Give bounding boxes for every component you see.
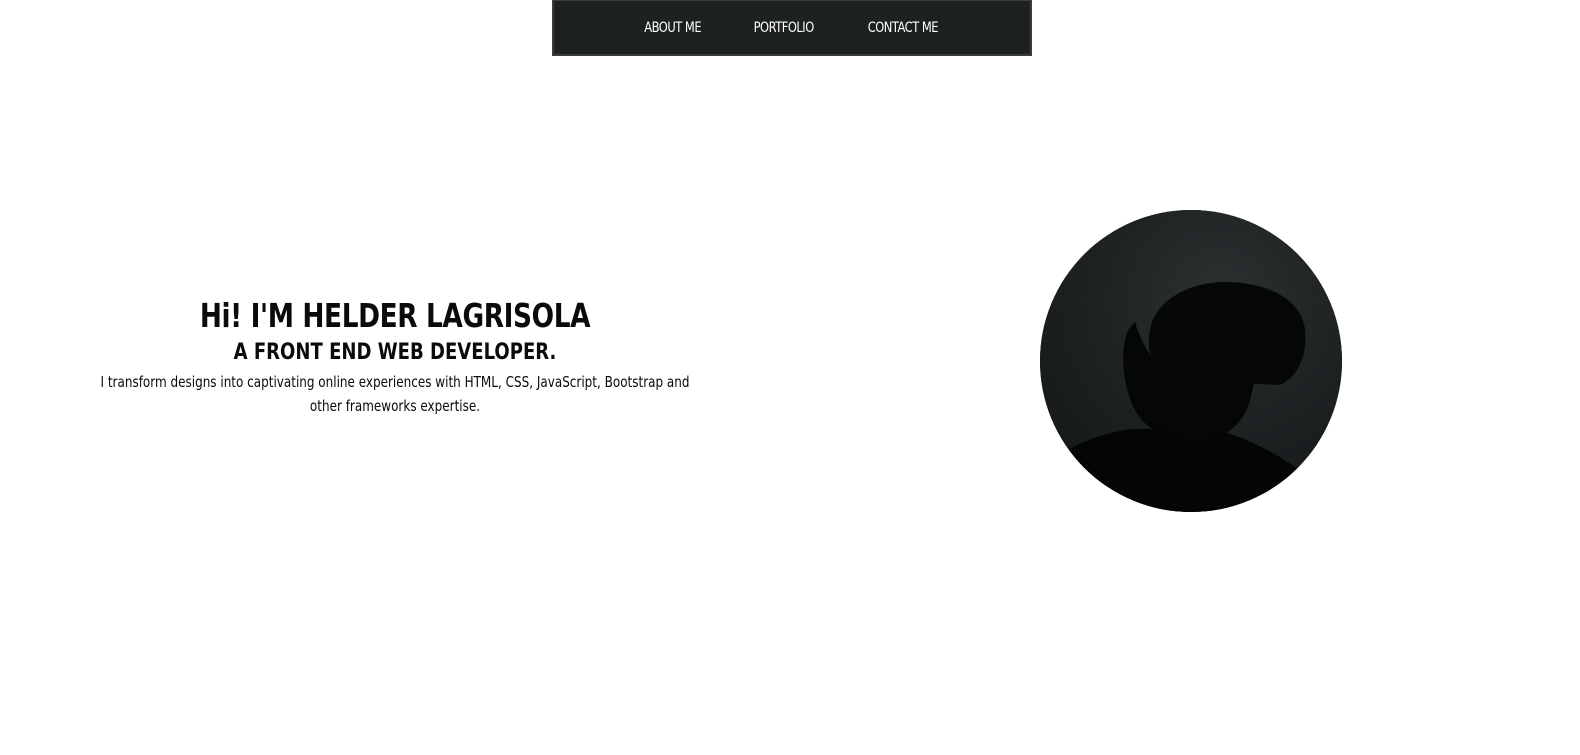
- top-navbar: ABOUT ME PORTFOLIO CONTACT ME: [552, 0, 1032, 56]
- hero-subtitle: A FRONT END WEB DEVELOPER.: [233, 340, 557, 365]
- nav-link-about-me[interactable]: ABOUT ME: [628, 0, 718, 56]
- profile-photo: [1040, 210, 1342, 512]
- hero-description: I transform designs into captivating onl…: [100, 373, 690, 415]
- hero-title: Hi! I'M HELDER LAGRISOLA: [199, 296, 591, 335]
- hero-intro: Hi! I'M HELDER LAGRISOLA A FRONT END WEB…: [80, 296, 710, 418]
- nav-link-portfolio[interactable]: PORTFOLIO: [737, 0, 830, 56]
- nav-link-contact-me[interactable]: CONTACT ME: [852, 0, 955, 56]
- silhouette-image: [1040, 210, 1342, 512]
- page: ABOUT ME PORTFOLIO CONTACT ME Hi! I'M HE…: [0, 0, 1580, 755]
